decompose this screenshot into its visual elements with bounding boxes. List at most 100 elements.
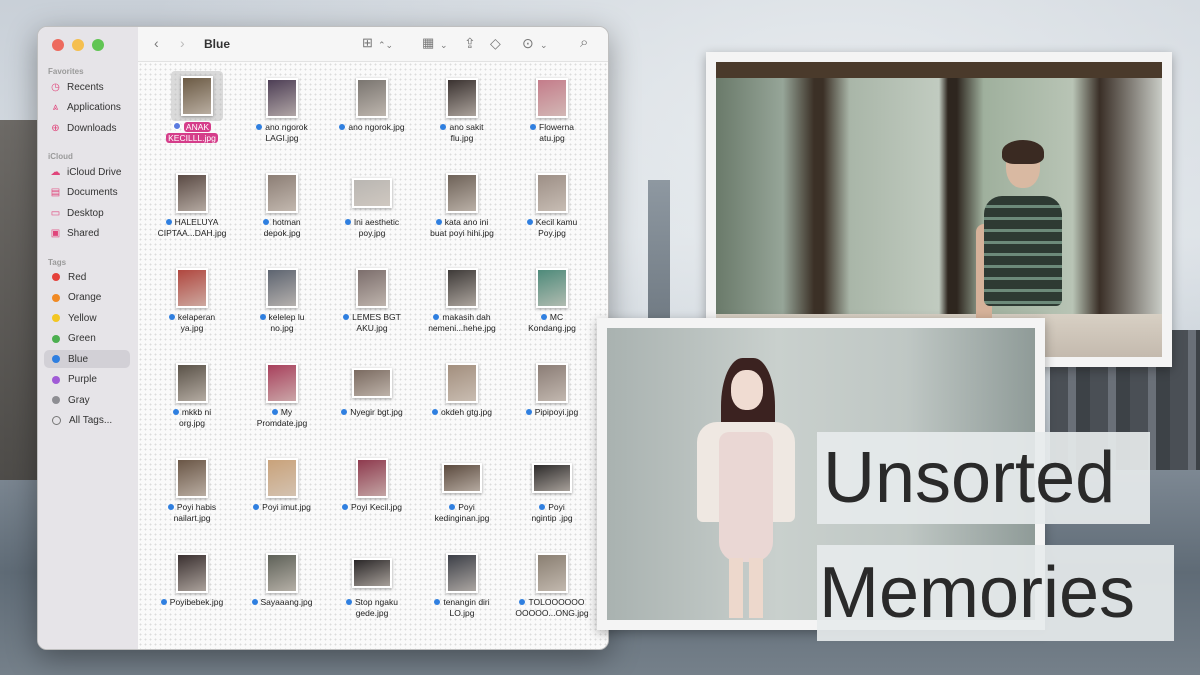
sidebar-item-icloud-drive[interactable]: ☁ iCloud Drive <box>44 163 130 181</box>
blue-tag-dot <box>434 599 441 605</box>
file-item[interactable]: TOLOOOOOO OOOOO...ONG.jpg <box>507 545 597 635</box>
file-item[interactable]: Nyegir bgt.jpg <box>327 355 417 445</box>
share-icon[interactable]: ⇪ <box>464 35 476 51</box>
zoom-button[interactable] <box>92 39 104 51</box>
file-thumbnail <box>536 267 568 308</box>
file-item[interactable]: ano sakit flu.jpg <box>417 70 507 160</box>
more-actions-icon[interactable]: ⊙ <box>522 35 534 51</box>
sidebar-item-recents[interactable]: ◷ Recents <box>44 78 130 96</box>
file-item[interactable]: Kecil kamu Poy.jpg <box>507 165 597 255</box>
file-item[interactable]: kelaperan ya.jpg <box>147 260 237 350</box>
file-item[interactable]: Poyi kedinginan.jpg <box>417 450 507 540</box>
file-item[interactable]: kelelep lu no.jpg <box>237 260 327 350</box>
file-item[interactable]: Pipipoyi.jpg <box>507 355 597 445</box>
file-thumbnail-container <box>532 360 572 405</box>
file-item[interactable]: mkkb ni org.jpg <box>147 355 237 445</box>
file-item[interactable]: kata ano ini buat poyi hihi.jpg <box>417 165 507 255</box>
file-item[interactable]: Poyi ngintip .jpg <box>507 450 597 540</box>
file-name: ANAK KECILLL.jpg <box>147 122 237 144</box>
close-button[interactable] <box>52 39 64 51</box>
file-item[interactable]: ANAK KECILLL.jpg <box>147 70 237 160</box>
sidebar-item-green[interactable]: Green <box>44 330 130 348</box>
file-item[interactable]: Poyi habis nailart.jpg <box>147 450 237 540</box>
sidebar-item-orange[interactable]: Orange <box>44 289 130 307</box>
more-chevron-icon[interactable]: ⌄ <box>540 37 548 53</box>
tag-color-dot <box>52 273 60 281</box>
blue-tag-dot <box>172 409 179 415</box>
file-item[interactable]: Stop ngaku gede.jpg <box>327 545 417 635</box>
file-thumbnail <box>176 362 208 403</box>
back-button[interactable]: ‹ <box>154 35 159 51</box>
tag-icon[interactable]: ◇ <box>490 35 501 51</box>
file-name-line2: Poy.jpg <box>538 228 566 238</box>
sidebar-item-label: Desktop <box>67 207 104 219</box>
file-thumbnail <box>536 362 568 403</box>
file-name-line1: Poyi <box>548 502 565 512</box>
file-thumbnail-container <box>532 170 572 215</box>
sidebar-item-gray[interactable]: Gray <box>44 391 130 409</box>
minimize-button[interactable] <box>72 39 84 51</box>
blue-tag-dot <box>256 124 263 130</box>
file-item[interactable]: tenangin diri LO.jpg <box>417 545 507 635</box>
file-thumbnail <box>446 552 478 593</box>
file-name-line1: hotman <box>272 217 301 227</box>
sidebar-item-label: All Tags... <box>69 415 113 426</box>
file-item[interactable]: makasih dah nemeni...hehe.jpg <box>417 260 507 350</box>
blue-tag-dot <box>526 219 533 225</box>
file-item[interactable]: My Promdate.jpg <box>237 355 327 445</box>
file-thumbnail <box>352 557 392 588</box>
search-icon[interactable]: ⌕ <box>580 35 588 51</box>
file-name-line2: CIPTAA...DAH.jpg <box>157 228 227 238</box>
group-icon[interactable]: ▦ <box>422 35 434 51</box>
file-item[interactable]: Ini aesthetic poy.jpg <box>327 165 417 255</box>
file-name-line2: depok.jpg <box>263 228 301 238</box>
sidebar-item-purple[interactable]: Purple <box>44 371 130 389</box>
file-thumbnail <box>536 77 568 118</box>
file-item[interactable]: ano ngorok.jpg <box>327 70 417 160</box>
sidebar-item-blue[interactable]: Blue <box>44 350 130 368</box>
tag-color-dot <box>52 396 60 404</box>
sidebar-item-documents[interactable]: ▤ Documents <box>44 184 130 202</box>
view-mode-icon[interactable]: ⊞ <box>362 35 373 51</box>
file-item[interactable]: Flowerna atu.jpg <box>507 70 597 160</box>
sidebar-item-yellow[interactable]: Yellow <box>44 309 130 327</box>
file-item[interactable]: LEMES BGT AKU.jpg <box>327 260 417 350</box>
file-item[interactable]: Poyibebek.jpg <box>147 545 237 635</box>
file-item[interactable]: okdeh gtg.jpg <box>417 355 507 445</box>
document-icon: ▤ <box>50 187 61 198</box>
file-thumbnail-container <box>172 550 212 595</box>
file-thumbnail-container <box>442 170 482 215</box>
sidebar-item-applications[interactable]: ⩓ Applications <box>44 99 130 117</box>
view-chevron-icon[interactable]: ⌃⌄ <box>378 37 393 53</box>
blue-tag-dot <box>539 504 546 510</box>
file-thumbnail-container <box>262 360 302 405</box>
file-thumbnail-container <box>172 455 212 500</box>
finder-window: Favorites ◷ Recents ⩓ Applications ⊕ Downloads… <box>37 26 609 650</box>
forward-button[interactable]: › <box>180 35 185 51</box>
file-thumbnail-container <box>262 170 302 215</box>
file-item[interactable]: Poyi Kecil.jpg <box>327 450 417 540</box>
sidebar-item-shared[interactable]: ▣ Shared <box>44 225 130 243</box>
file-item[interactable]: Sayaaang.jpg <box>237 545 327 635</box>
file-item[interactable]: ano ngorok LAGI.jpg <box>237 70 327 160</box>
file-name-line2: Promdate.jpg <box>256 418 308 428</box>
file-item[interactable]: HALELUYA CIPTAA...DAH.jpg <box>147 165 237 255</box>
sidebar-item-red[interactable]: Red <box>44 268 130 286</box>
sidebar-item-all-tags[interactable]: All Tags... <box>44 412 130 430</box>
blue-tag-dot <box>172 122 181 130</box>
sidebar-item-desktop[interactable]: ▭ Desktop <box>44 204 130 222</box>
file-name: My Promdate.jpg <box>237 407 327 429</box>
window-frame <box>716 62 1162 78</box>
file-item[interactable]: hotman depok.jpg <box>237 165 327 255</box>
file-item[interactable]: Poyi imut.jpg <box>237 450 327 540</box>
file-item[interactable]: MC Kondang.jpg <box>507 260 597 350</box>
figure-hair <box>1002 140 1044 164</box>
file-thumbnail <box>536 172 568 213</box>
blue-tag-dot <box>343 314 350 320</box>
tag-color-dot <box>52 334 60 343</box>
group-chevron-icon[interactable]: ⌄ <box>440 37 448 53</box>
sidebar-item-downloads[interactable]: ⊕ Downloads <box>44 119 130 137</box>
file-thumbnail <box>181 76 213 116</box>
file-name-line2: AKU.jpg <box>356 323 388 333</box>
blue-tag-dot <box>431 409 438 415</box>
